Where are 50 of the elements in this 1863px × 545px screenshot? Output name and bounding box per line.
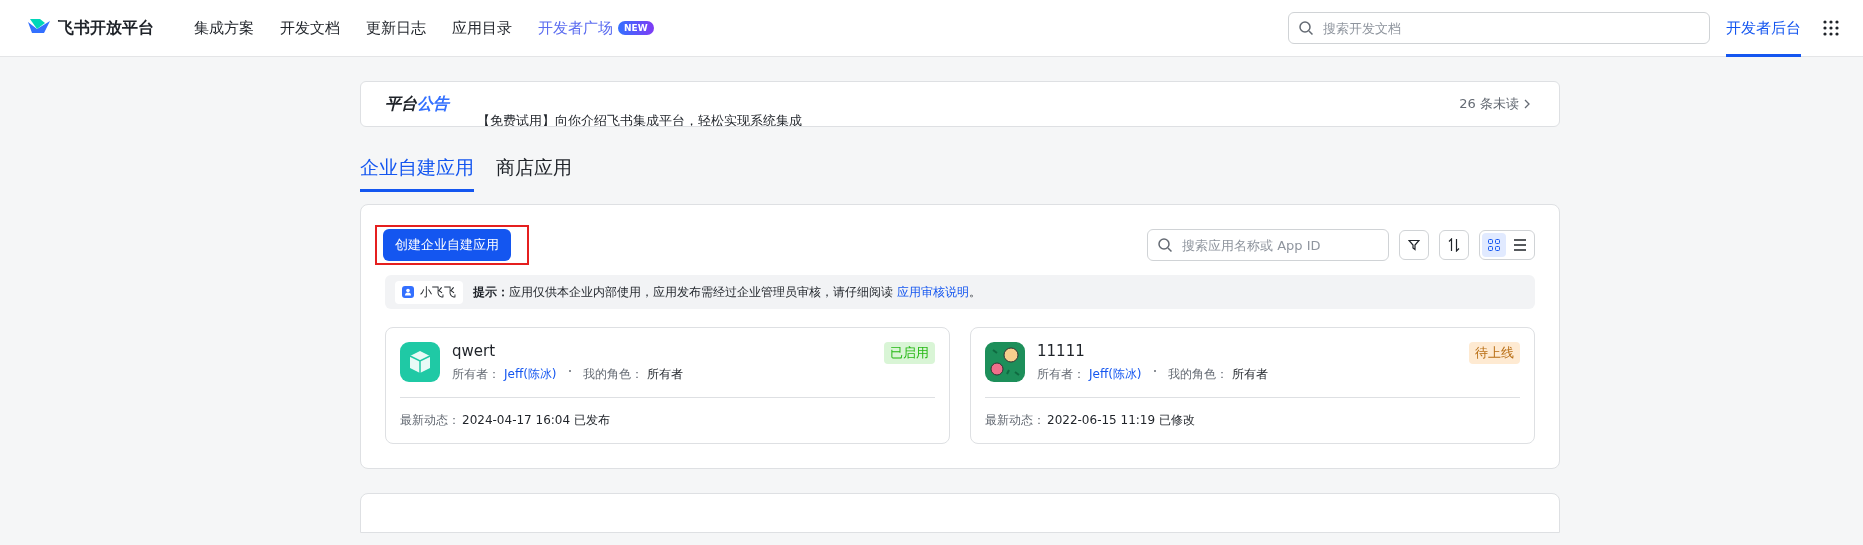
app-icon — [985, 342, 1025, 382]
chevron-right-icon — [1523, 99, 1531, 109]
activity-value: 2024-04-17 16:04 已发布 — [462, 412, 610, 429]
tab[interactable]: 商店应用 — [496, 155, 572, 192]
console-link[interactable]: 开发者后台 — [1726, 0, 1801, 57]
app-search-field[interactable]: 搜索应用名称或 App ID — [1147, 229, 1389, 261]
tip-text: 提示：应用仅供本企业内部使用，应用发布需经过企业管理员审核，请仔细阅读 应用审核说明。 — [473, 283, 981, 301]
role-value: 所有者 — [1231, 366, 1268, 383]
role-label: 我的角色： — [582, 366, 643, 383]
status-tag: 待上线 — [1469, 342, 1520, 364]
nav-link[interactable]: 开发者广场 — [538, 18, 613, 38]
list-icon — [1513, 239, 1527, 251]
search-icon — [1298, 20, 1314, 36]
new-badge: NEW — [618, 21, 654, 35]
activity-value: 2022-06-15 11:19 已修改 — [1047, 412, 1195, 429]
nav-link[interactable]: 开发文档 — [280, 18, 340, 38]
announcement-title: 平台公告 — [385, 93, 449, 115]
tab[interactable]: 企业自建应用 — [360, 155, 474, 192]
filter-icon — [1408, 239, 1420, 251]
nav-link[interactable]: 更新日志 — [366, 18, 426, 38]
sort-button[interactable] — [1439, 230, 1469, 260]
grid-icon — [1488, 239, 1500, 251]
create-app-button[interactable]: 创建企业自建应用 — [383, 229, 511, 261]
grid-view-button[interactable] — [1482, 233, 1506, 257]
person-icon — [402, 286, 414, 298]
unread-link[interactable]: 26 条未读 — [1459, 95, 1531, 113]
nav-link[interactable]: 集成方案 — [194, 18, 254, 38]
status-tag: 已启用 — [884, 342, 935, 364]
role-value: 所有者 — [646, 366, 683, 383]
bot-name: 小飞飞 — [420, 283, 456, 301]
nav-link[interactable]: 应用目录 — [452, 18, 512, 38]
review-guide-link[interactable]: 应用审核说明 — [896, 284, 969, 299]
search-field[interactable]: 搜索开发文档 — [1288, 12, 1710, 44]
search-icon — [1157, 237, 1173, 253]
apps-grid-icon[interactable] — [1823, 20, 1839, 36]
cube-icon — [400, 342, 440, 382]
brand-name: 飞书开放平台 — [58, 17, 154, 39]
app-card[interactable]: 11111 所有者： Jeff(陈冰) 我的角色： 所有者 待上线 最新动态： 2022-06-15 11:19 已修改 — [970, 327, 1535, 444]
filter-button[interactable] — [1399, 230, 1429, 260]
owner-label: 所有者： — [1037, 366, 1085, 383]
app-card[interactable]: qwert 所有者： Jeff(陈冰) 我的角色： 所有者 已启用 最新动态： 2024-04-17 16:04 已发布 — [385, 327, 950, 444]
owner-link[interactable]: Jeff(陈冰) — [504, 366, 557, 383]
role-label: 我的角色： — [1167, 366, 1228, 383]
activity-label: 最新动态： — [400, 412, 460, 429]
app-name: qwert — [452, 342, 497, 360]
app-name: 11111 — [1037, 342, 1086, 360]
sort-icon — [1448, 238, 1460, 252]
activity-label: 最新动态： — [985, 412, 1045, 429]
owner-link[interactable]: Jeff(陈冰) — [1089, 366, 1142, 383]
owner-label: 所有者： — [452, 366, 500, 383]
